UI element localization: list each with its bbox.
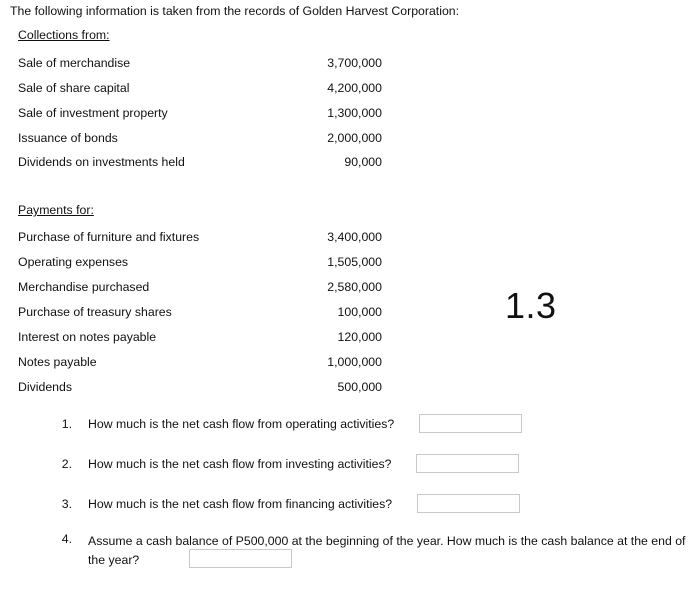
payments-row-label-1: Purchase of furniture and fixtures [18, 230, 200, 244]
collections-row-label-3: Sale of investment property [18, 106, 168, 120]
collections-row-amount-4: 2,000,000 [327, 131, 382, 145]
payments-row-label-6: Notes payable [18, 355, 97, 369]
payments-row-label-3: Merchandise purchased [18, 280, 150, 294]
payments-row-amount-5: 120,000 [337, 330, 382, 344]
answer-input-2[interactable] [416, 454, 519, 473]
question-4-number: 4. [61, 532, 72, 546]
payments-row-label-4: Purchase of treasury shares [18, 305, 172, 319]
collections-row-label-1: Sale of merchandise [18, 56, 131, 70]
collections-row-amount-1: 3,700,000 [327, 56, 382, 70]
payments-row-amount-3: 2,580,000 [327, 280, 382, 294]
problem-number: 1.3 [505, 285, 557, 326]
question-4-text: Assume a cash balance of P500,000 at the… [88, 534, 686, 567]
payments-row-label-7: Dividends [18, 380, 72, 394]
collections-row-amount-5: 90,000 [344, 155, 382, 169]
intro-text: The following information is taken from … [10, 4, 460, 18]
payments-row-amount-2: 1,505,000 [327, 255, 382, 269]
question-2-text: How much is the net cash flow from inves… [88, 457, 392, 471]
answer-input-3[interactable] [417, 494, 520, 513]
collections-row-label-4: Issuance of bonds [18, 131, 118, 145]
payments-row-amount-4: 100,000 [337, 305, 382, 319]
payments-row-amount-1: 3,400,000 [327, 230, 382, 244]
question-2-number: 2. [61, 457, 72, 471]
payments-row-amount-7: 500,000 [337, 380, 382, 394]
payments-row-label-5: Interest on notes payable [18, 330, 157, 344]
question-1-text: How much is the net cash flow from opera… [88, 417, 395, 431]
worksheet-page: The following information is taken from … [0, 0, 700, 589]
question-3-number: 3. [61, 497, 72, 511]
collections-row-label-2: Sale of share capital [18, 81, 130, 95]
answer-input-4[interactable] [189, 549, 292, 568]
collections-row-amount-2: 4,200,000 [327, 81, 382, 95]
payments-heading: Payments for: [18, 203, 94, 217]
question-3-text: How much is the net cash flow from finan… [88, 497, 393, 511]
payments-row-amount-6: 1,000,000 [327, 355, 382, 369]
payments-row-label-2: Operating expenses [18, 255, 129, 269]
collections-row-label-5: Dividends on investments held [18, 155, 185, 169]
collections-heading: Collections from: [18, 28, 110, 42]
collections-row-amount-3: 1,300,000 [327, 106, 382, 120]
question-1-number: 1. [61, 417, 72, 431]
answer-input-1[interactable] [419, 414, 522, 433]
